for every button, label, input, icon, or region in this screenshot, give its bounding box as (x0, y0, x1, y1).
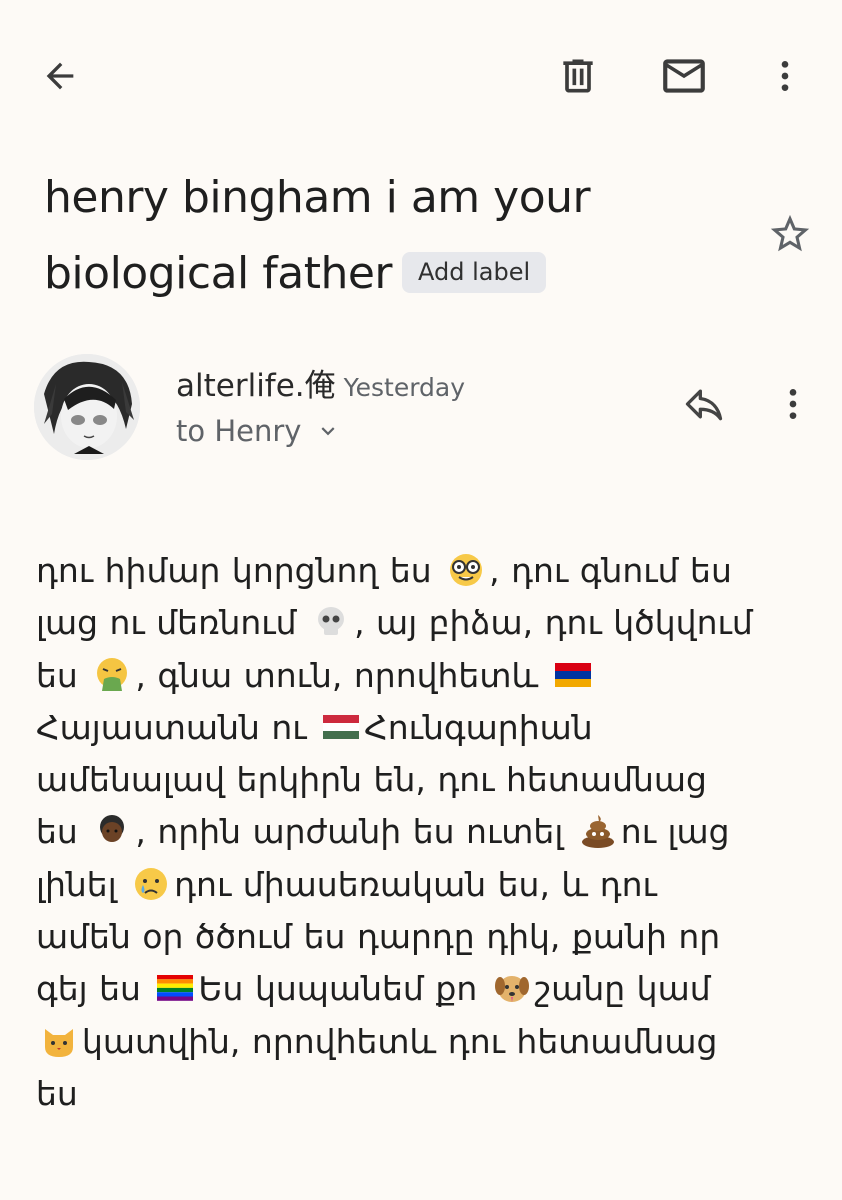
sender-name: alterlife.俺 (176, 368, 336, 404)
vomiting-face-emoji-icon (97, 657, 128, 691)
rainbow-flag-icon (157, 975, 194, 1002)
skull-emoji-icon (318, 607, 345, 636)
more-options-button[interactable] (760, 48, 810, 104)
reply-icon (685, 389, 723, 421)
dog-face-emoji-icon (494, 976, 529, 1003)
body-line: կատվին, որովհետև դու հետամնաց (36, 1016, 806, 1068)
mark-unread-button[interactable] (652, 48, 716, 104)
arrow-back-icon (46, 62, 74, 90)
avatar-illustration (34, 354, 140, 460)
body-line: գեյ ես Ես կսպանեմ քո շանը կամ (36, 969, 711, 1009)
body-line: լինել դու միասեռական ես, և դու (36, 864, 657, 904)
body-line: ամեն օր ծծում ես դարդը դիկ, քանի որ (36, 917, 721, 957)
body-line: ես (36, 1073, 78, 1113)
sender-header[interactable]: alterlife.俺 Yesterday (176, 360, 465, 405)
back-button[interactable] (30, 48, 90, 104)
crying-face-emoji-icon (135, 867, 168, 900)
armenia-flag-icon (554, 662, 591, 687)
body-line: լաց ու մեռնում , այ բիձա, դու կծկվում (36, 603, 753, 643)
mail-icon (663, 59, 705, 93)
delete-button[interactable] (548, 48, 608, 104)
recipient-toggle[interactable]: to Henry (176, 414, 341, 448)
subject-text: biological father (44, 248, 393, 299)
more-vertical-icon (789, 389, 797, 419)
more-vertical-icon (781, 61, 789, 91)
body-line: ես , գնա տուն, որովհետև (36, 650, 806, 702)
add-label-button[interactable]: Add label (402, 251, 547, 293)
star-outline-icon (770, 214, 810, 252)
sender-avatar[interactable] (34, 354, 140, 460)
body-line: ես , որին արժանի ես ուտել ու լաց (36, 812, 730, 852)
trash-icon (563, 59, 593, 93)
email-subject: henry bingham i am your biological fathe… (44, 160, 744, 312)
subject-line-2: biological father Add label (44, 236, 744, 312)
star-button[interactable] (762, 206, 818, 262)
person-emoji-icon (100, 815, 125, 843)
subject-line-1: henry bingham i am your (44, 172, 591, 223)
body-line: դու հիմար կորցնող ես , դու գնում ես (36, 551, 732, 590)
hungary-flag-icon (323, 714, 360, 739)
cat-face-emoji-icon (45, 1028, 73, 1057)
message-more-button[interactable] (770, 378, 816, 430)
body-line: ամենալավ երկիրն են, դու հետամնաց (36, 760, 707, 800)
body-line: Հայաստանն ու Հունգարիան (36, 707, 593, 747)
nerd-face-emoji-icon (450, 554, 483, 586)
top-app-bar (0, 0, 842, 150)
recipient-text: to Henry (176, 414, 302, 448)
sent-time: Yesterday (343, 373, 466, 402)
reply-button[interactable] (676, 378, 732, 430)
chevron-down-icon (315, 418, 341, 444)
email-body: դու հիմար կորցնող ես , դու գնում ես լաց … (36, 545, 806, 1120)
pile-of-poo-emoji-icon (581, 815, 614, 849)
